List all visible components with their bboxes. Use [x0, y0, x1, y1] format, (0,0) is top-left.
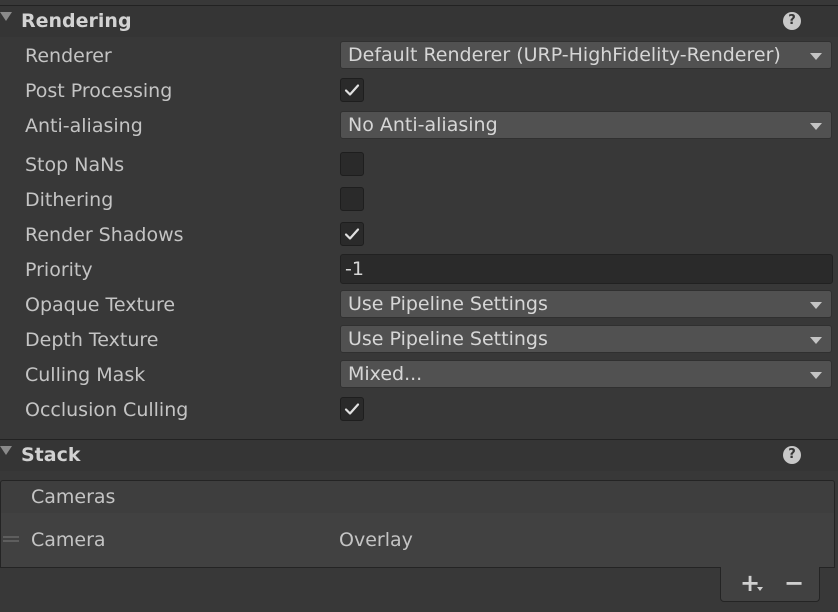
depth-texture-label: Depth Texture	[25, 329, 159, 351]
caret-down-icon	[810, 372, 822, 379]
opaque-texture-label: Opaque Texture	[25, 294, 176, 316]
culling-mask-value: Mixed...	[348, 363, 423, 385]
caret-down-icon	[757, 587, 763, 591]
foldout-arrow-icon[interactable]	[0, 446, 12, 455]
stack-foldout[interactable]: Stack ?	[0, 439, 838, 471]
occlusion-culling-label: Occlusion Culling	[25, 399, 189, 421]
priority-label: Priority	[25, 259, 93, 281]
dithering-row: Dithering	[0, 182, 838, 217]
remove-camera-button[interactable]: −	[777, 569, 811, 597]
anti-aliasing-value: No Anti-aliasing	[348, 114, 498, 136]
camera-type: Overlay	[339, 529, 413, 551]
render-shadows-row: Render Shadows	[0, 217, 838, 252]
foldout-arrow-icon[interactable]	[0, 12, 12, 21]
post-processing-row: Post Processing	[0, 73, 838, 108]
dithering-label: Dithering	[25, 189, 114, 211]
renderer-row: Renderer Default Renderer (URP-HighFidel…	[0, 38, 838, 73]
post-processing-checkbox[interactable]	[340, 78, 364, 102]
occlusion-culling-row: Occlusion Culling	[0, 392, 838, 427]
cameras-list: Camera Overlay	[0, 513, 835, 568]
rendering-foldout[interactable]: Rendering ?	[0, 5, 838, 37]
checkmark-icon	[344, 403, 360, 415]
culling-mask-dropdown[interactable]: Mixed...	[340, 360, 832, 388]
culling-mask-label: Culling Mask	[25, 364, 146, 386]
stack-title: Stack	[21, 444, 81, 466]
priority-row: Priority -1	[0, 252, 838, 287]
camera-name: Camera	[31, 529, 106, 551]
stop-nans-label: Stop NaNs	[25, 154, 125, 176]
opaque-texture-value: Use Pipeline Settings	[348, 293, 548, 315]
opaque-texture-row: Opaque Texture Use Pipeline Settings	[0, 287, 838, 322]
renderer-value: Default Renderer (URP-HighFidelity-Rende…	[348, 44, 781, 66]
depth-texture-dropdown[interactable]: Use Pipeline Settings	[340, 325, 832, 353]
renderer-dropdown[interactable]: Default Renderer (URP-HighFidelity-Rende…	[340, 41, 832, 69]
cameras-list-header: Cameras	[0, 480, 835, 514]
caret-down-icon	[810, 123, 822, 130]
add-camera-button[interactable]: +	[733, 569, 767, 597]
stop-nans-checkbox[interactable]	[340, 152, 364, 176]
opaque-texture-dropdown[interactable]: Use Pipeline Settings	[340, 290, 832, 318]
cameras-header-label: Cameras	[31, 486, 116, 508]
render-shadows-label: Render Shadows	[25, 224, 184, 246]
renderer-label: Renderer	[25, 45, 112, 67]
anti-aliasing-label: Anti-aliasing	[25, 115, 143, 137]
priority-value: -1	[345, 258, 364, 280]
checkmark-icon	[344, 228, 360, 240]
post-processing-label: Post Processing	[25, 80, 173, 102]
dithering-checkbox[interactable]	[340, 187, 364, 211]
checkmark-icon	[344, 84, 360, 96]
caret-down-icon	[810, 302, 822, 309]
anti-aliasing-row: Anti-aliasing No Anti-aliasing	[0, 108, 838, 143]
caret-down-icon	[810, 337, 822, 344]
help-icon[interactable]: ?	[783, 446, 801, 464]
drag-handle-icon[interactable]	[3, 536, 19, 542]
list-footer: + −	[720, 567, 820, 602]
depth-texture-value: Use Pipeline Settings	[348, 328, 548, 350]
help-icon[interactable]: ?	[783, 12, 801, 30]
inspector-panel: Rendering ? Renderer Default Renderer (U…	[0, 0, 838, 612]
culling-mask-row: Culling Mask Mixed...	[0, 357, 838, 392]
caret-down-icon	[810, 53, 822, 60]
stop-nans-row: Stop NaNs	[0, 147, 838, 182]
rendering-title: Rendering	[21, 10, 132, 32]
occlusion-culling-checkbox[interactable]	[340, 397, 364, 421]
depth-texture-row: Depth Texture Use Pipeline Settings	[0, 322, 838, 357]
priority-input[interactable]: -1	[340, 254, 833, 284]
render-shadows-checkbox[interactable]	[340, 222, 364, 246]
anti-aliasing-dropdown[interactable]: No Anti-aliasing	[340, 111, 832, 139]
